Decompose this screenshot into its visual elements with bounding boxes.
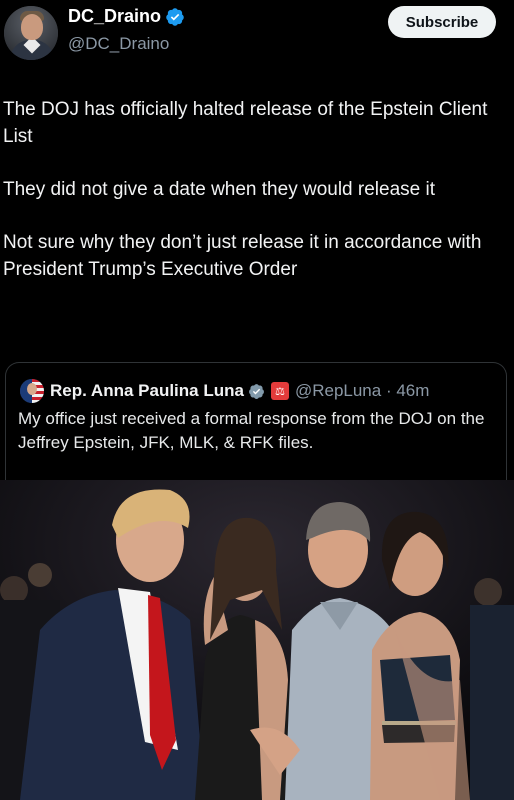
quote-handle-time[interactable]: @RepLuna · 46m <box>295 381 429 401</box>
attached-photo[interactable] <box>0 480 514 800</box>
verified-badge-icon <box>166 7 184 26</box>
tweet-body: The DOJ has officially halted release of… <box>0 96 510 309</box>
author-avatar[interactable] <box>4 6 58 60</box>
quote-author-name[interactable]: Rep. Anna Paulina Luna <box>50 381 244 401</box>
author-name[interactable]: DC_Draino <box>68 6 161 27</box>
author-handle[interactable]: @DC_Draino <box>68 34 169 54</box>
tweet-header: DC_Draino @DC_Draino Subscribe <box>0 0 514 80</box>
government-badge-icon: ⚖ <box>270 382 289 400</box>
quote-header: Rep. Anna Paulina Luna ⚖ @RepLuna · 46m <box>50 381 429 401</box>
verified-badge-icon <box>249 383 264 399</box>
tweet-paragraph: The DOJ has officially halted release of… <box>3 99 488 147</box>
quote-text: My office just received a formal respons… <box>18 409 485 452</box>
quoted-tweet[interactable]: Rep. Anna Paulina Luna ⚖ @RepLuna · 46m … <box>5 362 507 481</box>
quote-author-avatar[interactable] <box>20 379 44 403</box>
subscribe-button[interactable]: Subscribe <box>388 6 496 38</box>
tweet-paragraph: They did not give a date when they would… <box>3 179 435 200</box>
photo-icon <box>0 480 514 800</box>
author-name-row[interactable]: DC_Draino <box>68 6 185 27</box>
tweet-paragraph: Not sure why they don’t just release it … <box>3 232 482 280</box>
